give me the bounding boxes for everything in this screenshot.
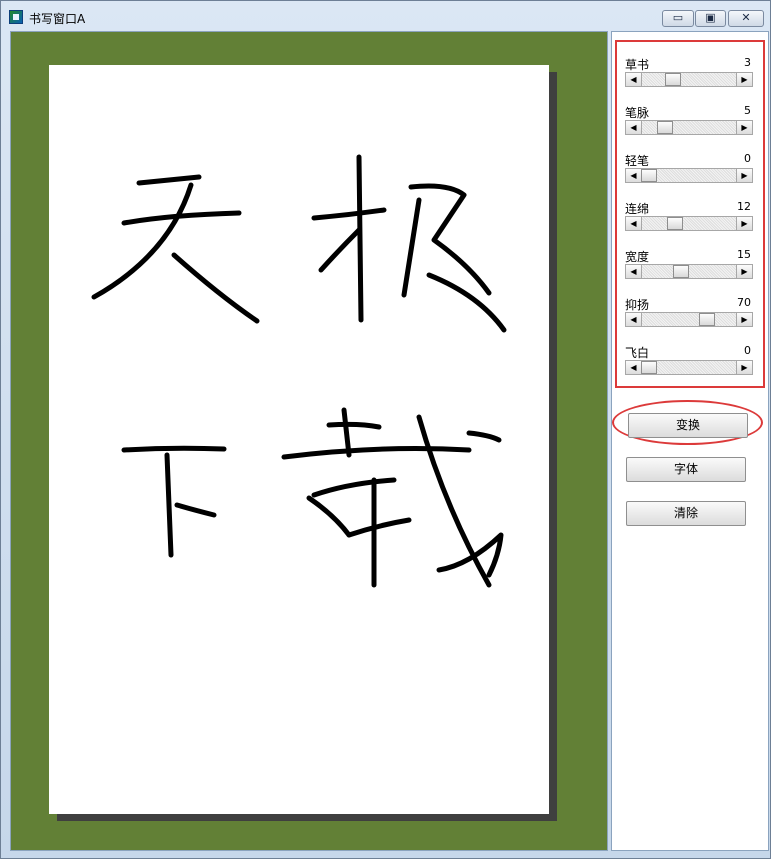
scroll-left-arrow-icon[interactable]: ◀ — [626, 121, 642, 134]
handwritten-char-xia — [121, 445, 227, 558]
scroll-right-arrow-icon[interactable]: ▶ — [736, 121, 752, 134]
scroll-right-arrow-icon[interactable]: ▶ — [736, 265, 752, 278]
app-window: 书写窗口A ▭ ▣ ✕ 草书 3 ◀ ▶ 笔脉 5 ◀ ▶ 轻笔 0 ◀ ▶ 连… — [0, 0, 771, 859]
slider-thumb[interactable] — [641, 169, 657, 182]
control-panel: 草书 3 ◀ ▶ 笔脉 5 ◀ ▶ 轻笔 0 ◀ ▶ 连绵 12 ◀ ▶ 宽度 … — [611, 31, 769, 851]
scroll-right-arrow-icon[interactable]: ▶ — [736, 361, 752, 374]
scroll-right-arrow-icon[interactable]: ▶ — [736, 169, 752, 182]
scroll-right-arrow-icon[interactable]: ▶ — [736, 313, 752, 326]
slider-thumb[interactable] — [657, 121, 673, 134]
close-button[interactable]: ✕ — [728, 10, 764, 27]
param-label: 轻笔 — [625, 154, 650, 168]
qingbi-slider[interactable]: ◀ ▶ — [625, 168, 753, 183]
param-bimai: 笔脉 5 ◀ ▶ — [625, 104, 753, 140]
param-label: 草书 — [625, 58, 650, 72]
param-caoshu: 草书 3 ◀ ▶ — [625, 56, 753, 92]
param-kuandu: 宽度 15 ◀ ▶ — [625, 248, 753, 284]
scroll-left-arrow-icon[interactable]: ◀ — [626, 217, 642, 230]
maximize-button[interactable]: ▣ — [695, 10, 726, 27]
scroll-left-arrow-icon[interactable]: ◀ — [626, 73, 642, 86]
font-button[interactable]: 字体 — [626, 457, 746, 482]
lianmian-slider[interactable]: ◀ ▶ — [625, 216, 753, 231]
param-value: 3 — [744, 56, 751, 69]
scroll-left-arrow-icon[interactable]: ◀ — [626, 361, 642, 374]
scroll-left-arrow-icon[interactable]: ◀ — [626, 169, 642, 182]
caoshu-slider[interactable]: ◀ ▶ — [625, 72, 753, 87]
scroll-right-arrow-icon[interactable]: ▶ — [736, 217, 752, 230]
param-qingbi: 轻笔 0 ◀ ▶ — [625, 152, 753, 188]
scroll-left-arrow-icon[interactable]: ◀ — [626, 313, 642, 326]
param-feibai: 飞白 0 ◀ ▶ — [625, 344, 753, 380]
param-value: 0 — [744, 344, 751, 357]
param-label: 抑扬 — [625, 298, 650, 312]
writing-paper[interactable] — [49, 65, 549, 814]
yiyang-slider[interactable]: ◀ ▶ — [625, 312, 753, 327]
slider-thumb[interactable] — [673, 265, 689, 278]
param-value: 5 — [744, 104, 751, 117]
transform-button[interactable]: 变换 — [628, 413, 748, 438]
app-icon — [9, 10, 23, 24]
param-yiyang: 抑扬 70 ◀ ▶ — [625, 296, 753, 332]
feibai-slider[interactable]: ◀ ▶ — [625, 360, 753, 375]
param-label: 笔脉 — [625, 106, 650, 120]
param-label: 连绵 — [625, 202, 650, 216]
param-value: 70 — [737, 296, 751, 309]
bimai-slider[interactable]: ◀ ▶ — [625, 120, 753, 135]
param-label: 宽度 — [625, 250, 650, 264]
handwriting-strokes — [91, 154, 507, 588]
param-value: 15 — [737, 248, 751, 261]
scroll-right-arrow-icon[interactable]: ▶ — [736, 73, 752, 86]
slider-thumb[interactable] — [699, 313, 716, 326]
parameter-group: 草书 3 ◀ ▶ 笔脉 5 ◀ ▶ 轻笔 0 ◀ ▶ 连绵 12 ◀ ▶ 宽度 … — [615, 40, 765, 388]
slider-thumb[interactable] — [641, 361, 657, 374]
param-label: 飞白 — [625, 346, 650, 360]
param-value: 12 — [737, 200, 751, 213]
kuandu-slider[interactable]: ◀ ▶ — [625, 264, 753, 279]
slider-thumb[interactable] — [665, 73, 681, 86]
param-lianmian: 连绵 12 ◀ ▶ — [625, 200, 753, 236]
minimize-button[interactable]: ▭ — [662, 10, 694, 27]
title-bar[interactable]: 书写窗口A ▭ ▣ ✕ — [1, 1, 770, 31]
handwritten-char-ji — [311, 154, 507, 333]
clear-button[interactable]: 清除 — [626, 501, 746, 526]
writing-canvas[interactable] — [10, 31, 608, 851]
scroll-left-arrow-icon[interactable]: ◀ — [626, 265, 642, 278]
handwritten-char-tian — [91, 174, 260, 324]
window-title: 书写窗口A — [29, 12, 86, 26]
param-value: 0 — [744, 152, 751, 165]
slider-thumb[interactable] — [666, 217, 683, 230]
handwritten-char-zai — [281, 407, 504, 588]
